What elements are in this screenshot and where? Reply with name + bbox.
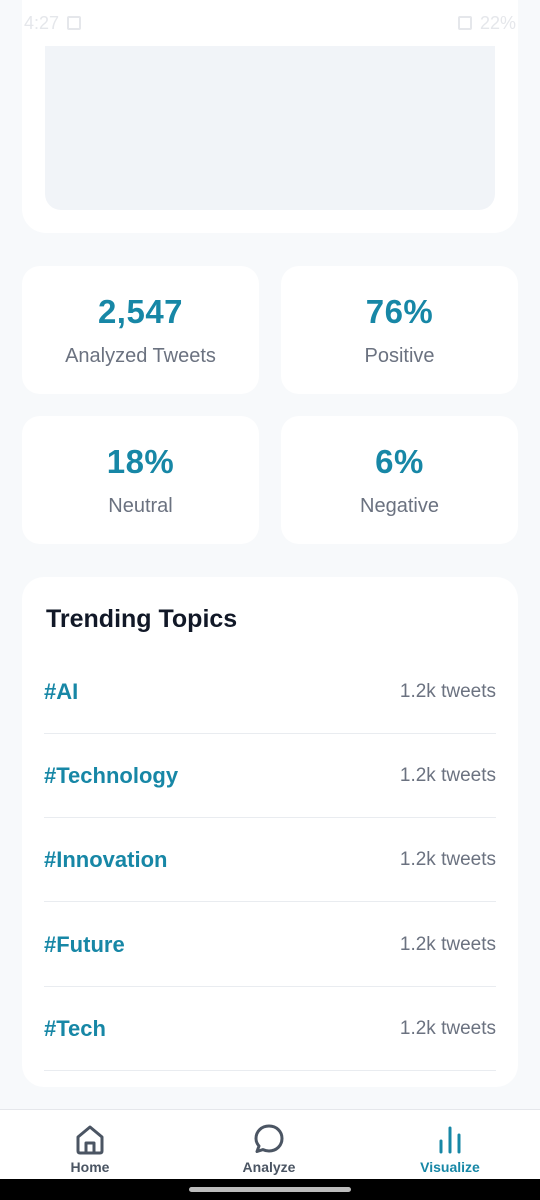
stat-card-negative: 6% Negative bbox=[281, 416, 518, 544]
bottom-nav: Home Analyze Visualize bbox=[0, 1109, 540, 1179]
status-bar: 4:27 22% bbox=[0, 0, 540, 46]
stat-label-negative: Negative bbox=[360, 494, 439, 517]
topic-row[interactable]: #Future 1.2k tweets bbox=[44, 903, 496, 987]
topic-count: 1.2k tweets bbox=[399, 1017, 496, 1039]
topic-count: 1.2k tweets bbox=[399, 848, 496, 870]
topic-row[interactable]: #Innovation 1.2k tweets bbox=[44, 818, 496, 902]
topic-tag[interactable]: #Tech bbox=[44, 1016, 106, 1042]
stat-value-positive: 76% bbox=[365, 292, 434, 330]
topic-tag[interactable]: #AI bbox=[44, 679, 78, 705]
gesture-handle[interactable] bbox=[189, 1187, 351, 1192]
status-right: 22% bbox=[457, 12, 516, 34]
nav-item-analyze[interactable]: Analyze bbox=[209, 1110, 329, 1180]
system-gesture-area bbox=[0, 1179, 540, 1200]
topic-tag[interactable]: #Future bbox=[44, 932, 125, 958]
nav-label-home: Home bbox=[70, 1159, 110, 1175]
topic-tag[interactable]: #Innovation bbox=[44, 847, 167, 873]
topic-count: 1.2k tweets bbox=[399, 933, 496, 955]
stat-card-analyzed: 2,547 Analyzed Tweets bbox=[22, 266, 259, 394]
battery-level: 22% bbox=[479, 12, 516, 33]
screen: 4:27 22% 2,547 Analyzed Tweets 76% Posit… bbox=[0, 0, 540, 1200]
stat-value-analyzed: 2,547 bbox=[97, 292, 184, 330]
stat-value-negative: 6% bbox=[375, 442, 424, 480]
topic-tag[interactable]: #Technology bbox=[44, 763, 178, 789]
notification-icon bbox=[67, 16, 82, 30]
nav-label-visualize: Visualize bbox=[420, 1159, 480, 1175]
nav-label-analyze: Analyze bbox=[242, 1159, 296, 1175]
topic-count: 1.2k tweets bbox=[399, 680, 496, 702]
trending-title: Trending Topics bbox=[46, 605, 238, 633]
topic-row[interactable]: #Tech 1.2k tweets bbox=[44, 987, 496, 1071]
status-time: 4:27 bbox=[24, 12, 60, 33]
stat-label-positive: Positive bbox=[364, 344, 435, 367]
stat-label-analyzed: Analyzed Tweets bbox=[65, 344, 216, 367]
signal-icon bbox=[457, 16, 472, 30]
nav-item-visualize[interactable]: Visualize bbox=[390, 1110, 510, 1180]
stat-card-neutral: 18% Neutral bbox=[22, 416, 259, 544]
nav-item-home[interactable]: Home bbox=[30, 1110, 150, 1180]
topic-row[interactable]: #AI 1.2k tweets bbox=[44, 650, 496, 734]
trending-topics-card: Trending Topics #AI 1.2k tweets #Technol… bbox=[22, 577, 518, 1087]
chat-bubble-icon bbox=[254, 1124, 284, 1153]
topic-count: 1.2k tweets bbox=[399, 764, 496, 786]
chart-placeholder bbox=[45, 46, 495, 210]
home-icon bbox=[76, 1125, 104, 1155]
stat-card-positive: 76% Positive bbox=[281, 266, 518, 394]
bar-chart-icon bbox=[439, 1126, 461, 1154]
topic-row[interactable]: #Technology 1.2k tweets bbox=[44, 734, 496, 818]
status-left: 4:27 bbox=[24, 12, 82, 34]
stat-value-neutral: 18% bbox=[106, 442, 175, 480]
stat-label-neutral: Neutral bbox=[108, 494, 173, 517]
